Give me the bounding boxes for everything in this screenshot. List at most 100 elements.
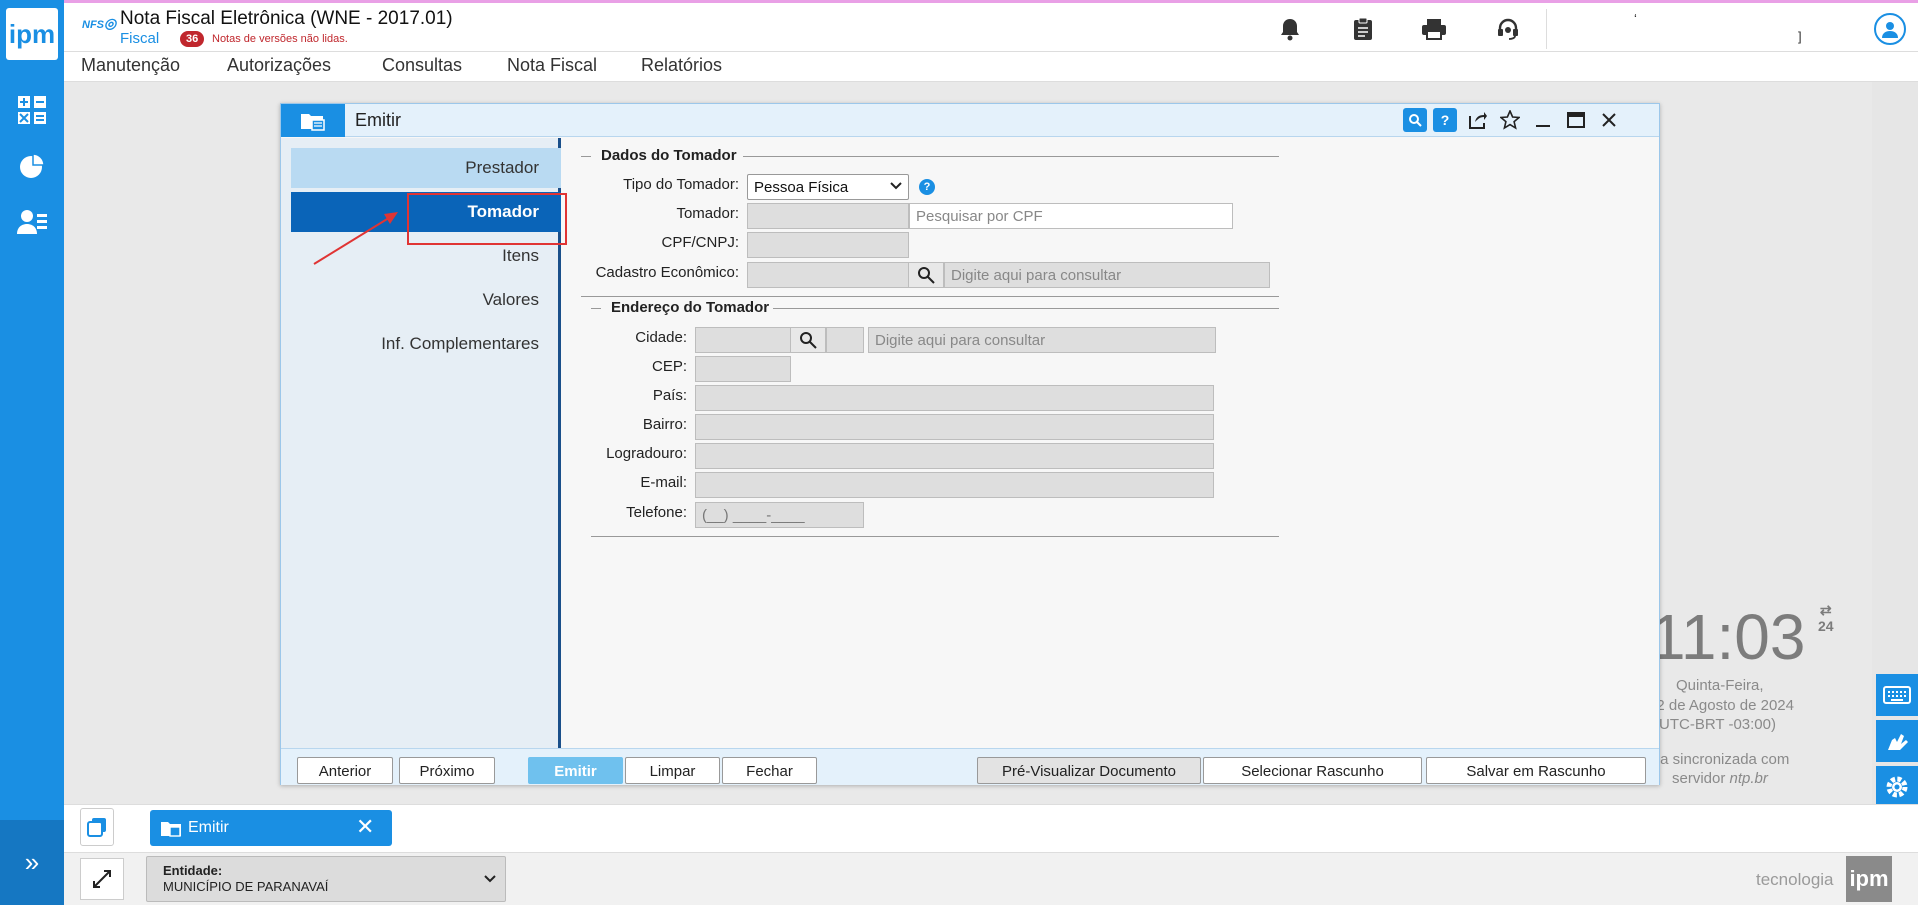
sign-language-icon[interactable] <box>1876 720 1918 762</box>
header-separator <box>1546 9 1547 49</box>
telefone-input[interactable]: (__) ____-____ <box>695 502 864 528</box>
cidade-uf-input[interactable] <box>826 327 864 353</box>
user-card-icon[interactable] <box>16 206 48 238</box>
cep-label: CEP: <box>651 358 687 375</box>
menu-manutencao[interactable]: Manutenção <box>81 55 180 76</box>
dialog-titlebar[interactable]: Emitir ? <box>281 104 1659 137</box>
brand-text: tecnologia <box>1756 870 1834 889</box>
selecionar-rascunho-button[interactable]: Selecionar Rascunho <box>1203 757 1422 784</box>
menu-nota-fiscal[interactable]: Nota Fiscal <box>507 55 597 76</box>
bairro-input[interactable] <box>695 414 1214 440</box>
help-question-icon[interactable]: ? <box>919 179 935 195</box>
email-input[interactable] <box>695 472 1214 498</box>
windows-tile-icon[interactable] <box>80 808 114 846</box>
user-name: ‘ <box>1634 11 1637 26</box>
app-module: Fiscal <box>120 30 160 47</box>
tomador-code-input[interactable] <box>747 203 909 229</box>
task-tab-emitir[interactable]: Emitir ✕ <box>150 810 392 846</box>
chevron-down-icon <box>890 178 902 196</box>
entity-value: MUNICÍPIO DE PARANAVAÍ <box>163 879 329 894</box>
notes-count-badge[interactable]: 36 <box>180 31 205 47</box>
cidade-search-icon[interactable] <box>790 327 826 353</box>
user-detail: ] <box>1798 29 1802 44</box>
favorite-star-icon[interactable] <box>1498 108 1522 132</box>
cidade-code-input[interactable] <box>695 327 791 353</box>
clock-format-toggle[interactable]: ⇄ 24 <box>1818 602 1834 634</box>
menu-autorizacoes[interactable]: Autorizações <box>227 55 331 76</box>
tipo-tomador-select[interactable]: Pessoa Física <box>747 174 909 200</box>
tipo-tomador-value: Pessoa Física <box>754 179 849 196</box>
dados-tomador-legend: Dados do Tomador <box>597 147 741 164</box>
chevron-down-icon <box>483 869 497 894</box>
close-icon[interactable] <box>1597 108 1621 132</box>
calculator-icon[interactable] <box>16 94 48 126</box>
annotation-arrow <box>313 212 398 265</box>
keyboard-icon[interactable] <box>1876 674 1918 716</box>
user-avatar-icon[interactable] <box>1874 13 1906 45</box>
app-header: NFS◎ Nota Fiscal Eletrônica (WNE - 2017.… <box>64 0 1918 52</box>
cidade-search-input[interactable]: Digite aqui para consultar <box>868 327 1216 353</box>
maximize-icon[interactable] <box>1564 108 1588 132</box>
entity-select[interactable]: Entidade: MUNICÍPIO DE PARANAVAÍ <box>146 856 506 902</box>
cep-input[interactable] <box>695 356 791 382</box>
dialog-title: Emitir <box>355 110 401 130</box>
logradouro-input[interactable] <box>695 443 1214 469</box>
menu-relatorios[interactable]: Relatórios <box>641 55 722 76</box>
nav-inf-complementares[interactable]: Inf. Complementares <box>291 324 561 364</box>
bairro-label: Bairro: <box>642 416 687 433</box>
tomador-search-input[interactable]: Pesquisar por CPF <box>909 203 1233 229</box>
pre-visualizar-button[interactable]: Pré-Visualizar Documento <box>977 757 1201 784</box>
clock-sync-server: ntp.br <box>1729 770 1768 787</box>
task-tab-close-icon[interactable]: ✕ <box>356 814 374 840</box>
cadastro-economico-code-input[interactable] <box>747 262 909 288</box>
clock-time: 11:03 <box>1650 601 1806 673</box>
fullscreen-expand-icon[interactable] <box>80 858 124 900</box>
fieldset-top-line <box>591 308 601 309</box>
email-label: E-mail: <box>640 474 687 491</box>
fieldset-top-line <box>773 308 1279 309</box>
logradouro-label: Logradouro: <box>606 445 687 462</box>
highlight-annotation-box <box>407 193 567 245</box>
fieldset-top-line <box>581 156 591 157</box>
clock-sync-line2: servidor ntp.br <box>1672 770 1768 787</box>
proximo-button[interactable]: Próximo <box>399 757 495 784</box>
emitir-button[interactable]: Emitir <box>528 757 623 784</box>
ipm-logo[interactable]: ipm <box>6 8 58 60</box>
share-icon[interactable] <box>1465 108 1489 132</box>
clock-sync-prefix: servidor <box>1672 770 1730 787</box>
expand-sidebar-button[interactable]: » <box>0 820 64 905</box>
fieldset-bottom-line <box>591 536 1279 537</box>
settings-gear-icon[interactable] <box>1876 766 1918 808</box>
printer-icon[interactable] <box>1420 15 1448 43</box>
clock-date: 22 de Agosto de 2024 <box>1648 697 1794 714</box>
anterior-button[interactable]: Anterior <box>297 757 393 784</box>
dialog-help-icon[interactable]: ? <box>1433 108 1457 132</box>
user-info[interactable]: ‘ ] <box>1552 9 1852 49</box>
pais-label: País: <box>652 387 687 404</box>
telefone-label: Telefone: <box>626 504 687 521</box>
cpf-cnpj-input[interactable] <box>747 232 909 258</box>
pie-chart-icon[interactable] <box>16 150 48 182</box>
cadastro-search-icon[interactable] <box>908 262 944 288</box>
clipboard-icon[interactable] <box>1349 15 1377 43</box>
left-rail: ipm » <box>0 0 64 905</box>
app-title: Nota Fiscal Eletrônica (WNE - 2017.01) <box>120 8 453 29</box>
minimize-icon[interactable] <box>1531 108 1555 132</box>
fechar-button[interactable]: Fechar <box>722 757 817 784</box>
folder-icon <box>160 819 182 842</box>
limpar-button[interactable]: Limpar <box>625 757 720 784</box>
dialog-search-icon[interactable] <box>1403 108 1427 132</box>
cadastro-economico-search-input[interactable]: Digite aqui para consultar <box>944 262 1270 288</box>
nav-valores[interactable]: Valores <box>291 280 561 320</box>
pais-input[interactable] <box>695 385 1214 411</box>
menu-consultas[interactable]: Consultas <box>382 55 462 76</box>
cadastro-economico-label: Cadastro Econômico: <box>595 264 739 281</box>
nav-prestador[interactable]: Prestador <box>291 148 561 188</box>
salvar-rascunho-button[interactable]: Salvar em Rascunho <box>1426 757 1646 784</box>
clock-format: 24 <box>1818 618 1834 634</box>
brand-logo: ipm <box>1846 856 1892 902</box>
notes-unread-link[interactable]: Notas de versões não lidas. <box>212 33 348 45</box>
support-headset-icon[interactable] <box>1494 15 1522 43</box>
dialog-button-bar: Anterior Próximo Emitir Limpar Fechar Pr… <box>281 748 1659 785</box>
bell-icon[interactable] <box>1276 15 1304 43</box>
